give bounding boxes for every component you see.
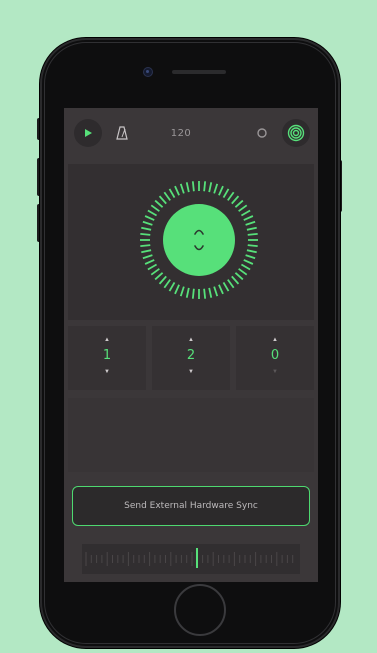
- circle-icon: [257, 128, 267, 138]
- dial-tick: [240, 209, 251, 217]
- dial-tick: [227, 279, 235, 289]
- record-button[interactable]: [248, 119, 276, 147]
- counter-beats[interactable]: ▲ 2 ▼: [152, 326, 230, 390]
- dial-tick: [163, 191, 171, 201]
- dial-tick: [203, 288, 207, 299]
- empty-panel: [68, 398, 314, 472]
- counter-up-arrow[interactable]: ▲: [68, 336, 146, 344]
- dial-tick: [247, 244, 258, 248]
- dial-tick: [191, 288, 195, 299]
- timeline-ticks: [85, 552, 294, 566]
- dial-tick: [144, 259, 155, 265]
- dial-tick: [238, 268, 248, 276]
- counter-value: 0: [270, 348, 280, 363]
- play-button[interactable]: [74, 119, 102, 147]
- dial-tick: [231, 275, 240, 285]
- dial-tick: [179, 286, 185, 297]
- dial-tick: [147, 263, 158, 271]
- send-sync-label: Send External Hardware Sync: [124, 501, 258, 511]
- counter-down-arrow[interactable]: ▼: [236, 368, 314, 376]
- send-sync-button[interactable]: Send External Hardware Sync: [72, 486, 310, 526]
- dial-tick: [158, 195, 167, 205]
- tempo-dial[interactable]: [68, 164, 314, 320]
- counter-value: 2: [186, 348, 196, 363]
- counter-value: 1: [102, 348, 112, 363]
- dial-tick: [142, 254, 153, 260]
- dial-tick: [234, 199, 244, 208]
- dial-tick: [208, 182, 213, 193]
- dial-knob: [163, 204, 235, 276]
- dial-tick: [154, 272, 164, 281]
- dial-tick: [234, 272, 244, 281]
- dial-tick: [213, 183, 219, 194]
- dial-tick: [245, 220, 256, 226]
- dial-tick: [243, 215, 254, 221]
- dial-tick: [150, 268, 160, 276]
- dial-tick: [245, 254, 256, 260]
- play-icon: [85, 129, 92, 137]
- tempo-display[interactable]: 120: [148, 120, 214, 146]
- dial-tick: [222, 281, 230, 292]
- tempo-dial-panel: [68, 164, 314, 320]
- metronome-icon: [116, 126, 128, 140]
- bpm-value: 120: [170, 127, 192, 139]
- target-icon: [287, 124, 305, 142]
- dial-tick: [140, 244, 151, 248]
- dial-tick: [140, 232, 151, 236]
- app-screen: 1 2 0 ▲ 1 ▼ ▲ 2 ▼ ▲ 0 ▼ Send External Hard…: [64, 108, 318, 582]
- dial-tick: [247, 232, 258, 236]
- counter-down-arrow[interactable]: ▼: [152, 368, 230, 376]
- counter-up-arrow[interactable]: ▲: [236, 336, 314, 344]
- link-button[interactable]: [282, 119, 310, 147]
- dial-tick: [147, 209, 158, 217]
- dial-tick: [185, 287, 190, 298]
- dial-tick: [238, 204, 248, 212]
- dial-tick: [246, 226, 257, 231]
- dial-tick: [179, 183, 185, 194]
- dial-tick: [227, 191, 235, 201]
- dial-tick: [174, 284, 180, 295]
- counter-down-arrow[interactable]: ▼: [68, 368, 146, 376]
- dial-tick: [144, 215, 155, 221]
- playhead[interactable]: [196, 548, 198, 568]
- dial-tick: [218, 284, 224, 295]
- dial-tick: [142, 220, 153, 226]
- dial-tick: [213, 286, 219, 297]
- dial-tick: [185, 182, 190, 193]
- dial-tick: [246, 249, 257, 254]
- toolbar: 120: [68, 114, 314, 152]
- dial-tick: [191, 181, 195, 192]
- dial-tick: [203, 181, 207, 192]
- dial-tick: [240, 263, 251, 271]
- dial-tick: [158, 275, 167, 285]
- stage: 1 2 0 ▲ 1 ▼ ▲ 2 ▼ ▲ 0 ▼ Send External Hard…: [0, 0, 377, 653]
- time-signature-row: ▲ 1 ▼ ▲ 2 ▼ ▲ 0 ▼: [68, 326, 314, 390]
- home-button[interactable]: [174, 584, 226, 636]
- timeline-scrubber[interactable]: [82, 544, 300, 574]
- counter-bars[interactable]: ▲ 1 ▼: [68, 326, 146, 390]
- dial-tick: [168, 281, 176, 292]
- counter-up-arrow[interactable]: ▲: [152, 336, 230, 344]
- dial-tick: [154, 199, 164, 208]
- dial-tick: [141, 226, 152, 231]
- dial-tick: [218, 185, 224, 196]
- dial-tick: [141, 249, 152, 254]
- dial-tick: [208, 287, 213, 298]
- dial-tick: [163, 279, 171, 289]
- earpiece-speaker: [172, 70, 226, 74]
- metronome-button[interactable]: [108, 119, 136, 147]
- dial-tick: [150, 204, 160, 212]
- front-camera: [144, 68, 152, 76]
- counter-subdivision[interactable]: ▲ 0 ▼: [236, 326, 314, 390]
- dial-tick: [174, 185, 180, 196]
- dial-tick: [222, 188, 230, 199]
- dial-tick: [243, 259, 254, 265]
- dial-tick: [168, 188, 176, 199]
- dial-tick: [231, 195, 240, 205]
